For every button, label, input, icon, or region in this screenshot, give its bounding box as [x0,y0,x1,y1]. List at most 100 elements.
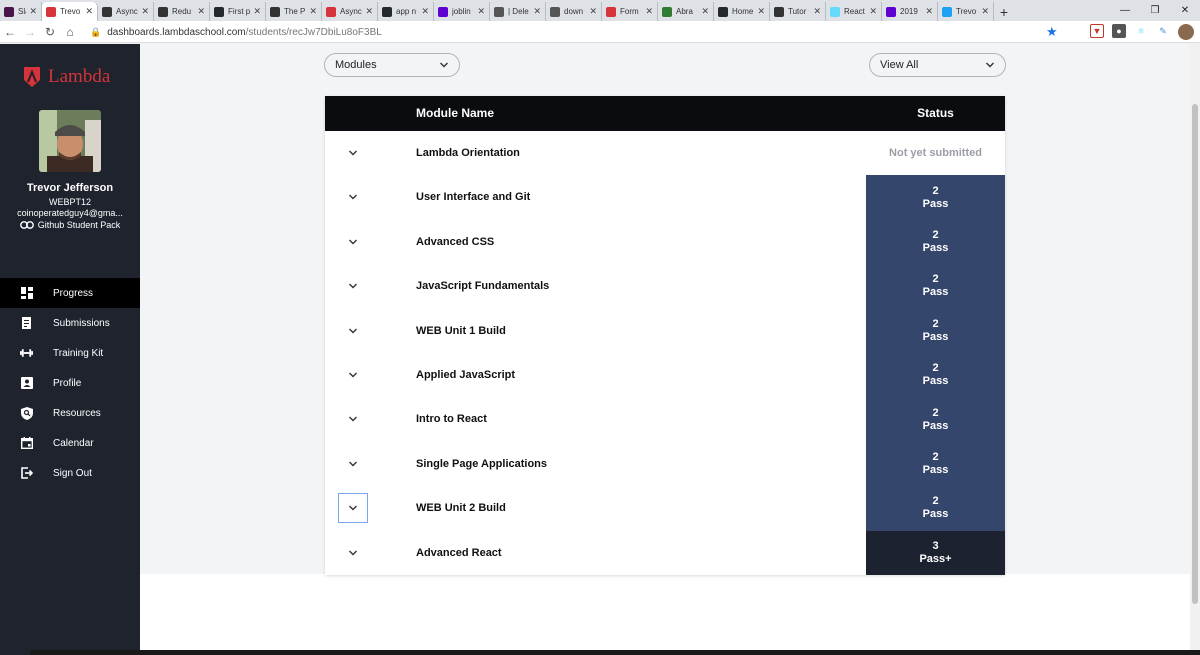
tab-title: Slack [18,7,26,16]
bookmark-star-icon[interactable]: ★ [1046,24,1058,40]
browser-tab[interactable]: app n ✕ [378,2,434,21]
tab-close-icon[interactable]: ✕ [701,6,709,17]
tab-close-icon[interactable]: ✕ [477,6,485,17]
new-tab-button[interactable]: + [994,2,1014,21]
view-select[interactable]: View All [869,53,1006,77]
back-icon[interactable]: ← [0,22,20,42]
expand-row-button[interactable] [338,449,368,479]
browser-tab[interactable]: Trevo ✕ [42,2,98,21]
sidebar-item-calendar[interactable]: Calendar [0,428,140,458]
close-window-icon[interactable]: ✕ [1170,0,1200,21]
expand-row-button[interactable] [338,227,368,257]
modules-select-value: Modules [335,59,377,71]
expand-row-button[interactable] [338,138,368,168]
chevron-down-icon [349,461,357,467]
tab-favicon-icon [774,6,784,17]
status-label: Pass [922,286,949,299]
chevron-down-icon [349,372,357,378]
browser-tab[interactable]: The P ✕ [266,2,322,21]
sidebar-item-training-kit[interactable]: Training Kit [0,338,140,368]
sidebar-nav: Progress Submissions Training Kit Profil… [0,278,140,488]
browser-tab[interactable]: joblin ✕ [434,2,490,21]
tab-close-icon[interactable]: ✕ [29,6,37,17]
tab-title: Abra [676,7,693,16]
table-row: Advanced CSS 2 Pass [325,219,1005,265]
sidebar-item-profile[interactable]: Profile [0,368,140,398]
tab-close-icon[interactable]: ✕ [421,6,429,17]
github-student-pack-link[interactable]: Github Student Pack [0,220,140,230]
reload-icon[interactable]: ↻ [40,22,60,42]
tab-close-icon[interactable]: ✕ [645,6,653,17]
browser-tab[interactable]: Async ✕ [98,2,154,21]
module-name: Single Page Applications [416,457,548,470]
tab-close-icon[interactable]: ✕ [981,6,989,17]
browser-tab[interactable]: Redu ✕ [154,2,210,21]
browser-tab[interactable]: Form ✕ [602,2,658,21]
module-name: JavaScript Fundamentals [416,280,550,293]
browser-tab[interactable]: Trevo ✕ [938,2,994,21]
tab-close-icon[interactable]: ✕ [813,6,821,17]
sidebar-item-submissions[interactable]: Submissions [0,308,140,338]
chevron-down-icon [349,505,357,511]
expand-row-button[interactable] [338,360,368,390]
table-row: User Interface and Git 2 Pass [325,175,1005,220]
column-header-module-name: Module Name [416,106,495,120]
expand-row-button[interactable] [338,271,368,301]
tab-close-icon[interactable]: ✕ [925,6,933,17]
tab-favicon-icon [158,6,168,17]
expand-row-button[interactable] [338,538,368,568]
forward-icon[interactable]: → [20,22,40,42]
browser-tab[interactable]: Home ✕ [714,2,770,21]
address-bar[interactable]: 🔒 dashboards.lambdaschool.com/students/r… [90,22,1070,42]
lambda-logo[interactable]: Lambda [22,66,110,88]
tab-favicon-icon [550,6,560,17]
expand-row-button[interactable] [338,404,368,434]
sidebar-item-sign-out[interactable]: Sign Out [0,458,140,488]
tab-close-icon[interactable]: ✕ [309,6,317,17]
tab-close-icon[interactable]: ✕ [869,6,877,17]
scrollbar-thumb[interactable] [1192,104,1198,604]
browser-tab[interactable]: Tutor ✕ [770,2,826,21]
browser-tab[interactable]: Async ✕ [322,2,378,21]
tab-close-icon[interactable]: ✕ [141,6,149,17]
status-cell: 2 Pass [866,264,1005,309]
tab-title: down [564,7,584,16]
tab-close-icon[interactable]: ✕ [85,6,93,17]
browser-profile-avatar[interactable] [1178,24,1194,40]
browser-tab[interactable]: | Dele ✕ [490,2,546,21]
home-icon[interactable]: ⌂ [60,22,80,42]
table-row: WEB Unit 1 Build 2 Pass [325,308,1005,353]
tab-close-icon[interactable]: ✕ [253,6,261,17]
sidebar-item-progress[interactable]: Progress [0,278,140,308]
table-header: Module Name Status [325,96,1005,131]
pocket-extension-icon[interactable]: ▼ [1090,24,1104,38]
browser-tab[interactable]: Slack ✕ [0,2,42,21]
table-row: WEB Unit 2 Build 2 Pass [325,486,1005,531]
react-devtools-icon[interactable]: ⚛ [1134,24,1148,38]
minimize-icon[interactable]: — [1110,0,1140,21]
browser-tab[interactable]: Abra ✕ [658,2,714,21]
status-score: 2 [932,362,939,375]
browser-tab[interactable]: down ✕ [546,2,602,21]
browser-tab[interactable]: 2019 ✕ [882,2,938,21]
tab-close-icon[interactable]: ✕ [589,6,597,17]
restore-icon[interactable]: ❐ [1140,0,1170,21]
tab-title: Async [116,7,138,16]
tab-title: app n [396,7,417,16]
extension-icon[interactable]: ● [1112,24,1126,38]
status-score: 2 [932,317,939,330]
browser-tab[interactable]: React ✕ [826,2,882,21]
tab-title: | Dele [508,7,529,16]
tab-close-icon[interactable]: ✕ [197,6,205,17]
table-row: Applied JavaScript 2 Pass [325,352,1005,398]
expand-row-button[interactable] [338,493,368,524]
tab-close-icon[interactable]: ✕ [757,6,765,17]
edit-extension-icon[interactable]: ✎ [1156,24,1170,38]
modules-select[interactable]: Modules [324,53,460,77]
tab-close-icon[interactable]: ✕ [533,6,541,17]
tab-close-icon[interactable]: ✕ [365,6,373,17]
browser-tab[interactable]: First p ✕ [210,2,266,21]
expand-row-button[interactable] [338,316,368,346]
sidebar-item-resources[interactable]: Resources [0,398,140,428]
expand-row-button[interactable] [338,182,368,212]
